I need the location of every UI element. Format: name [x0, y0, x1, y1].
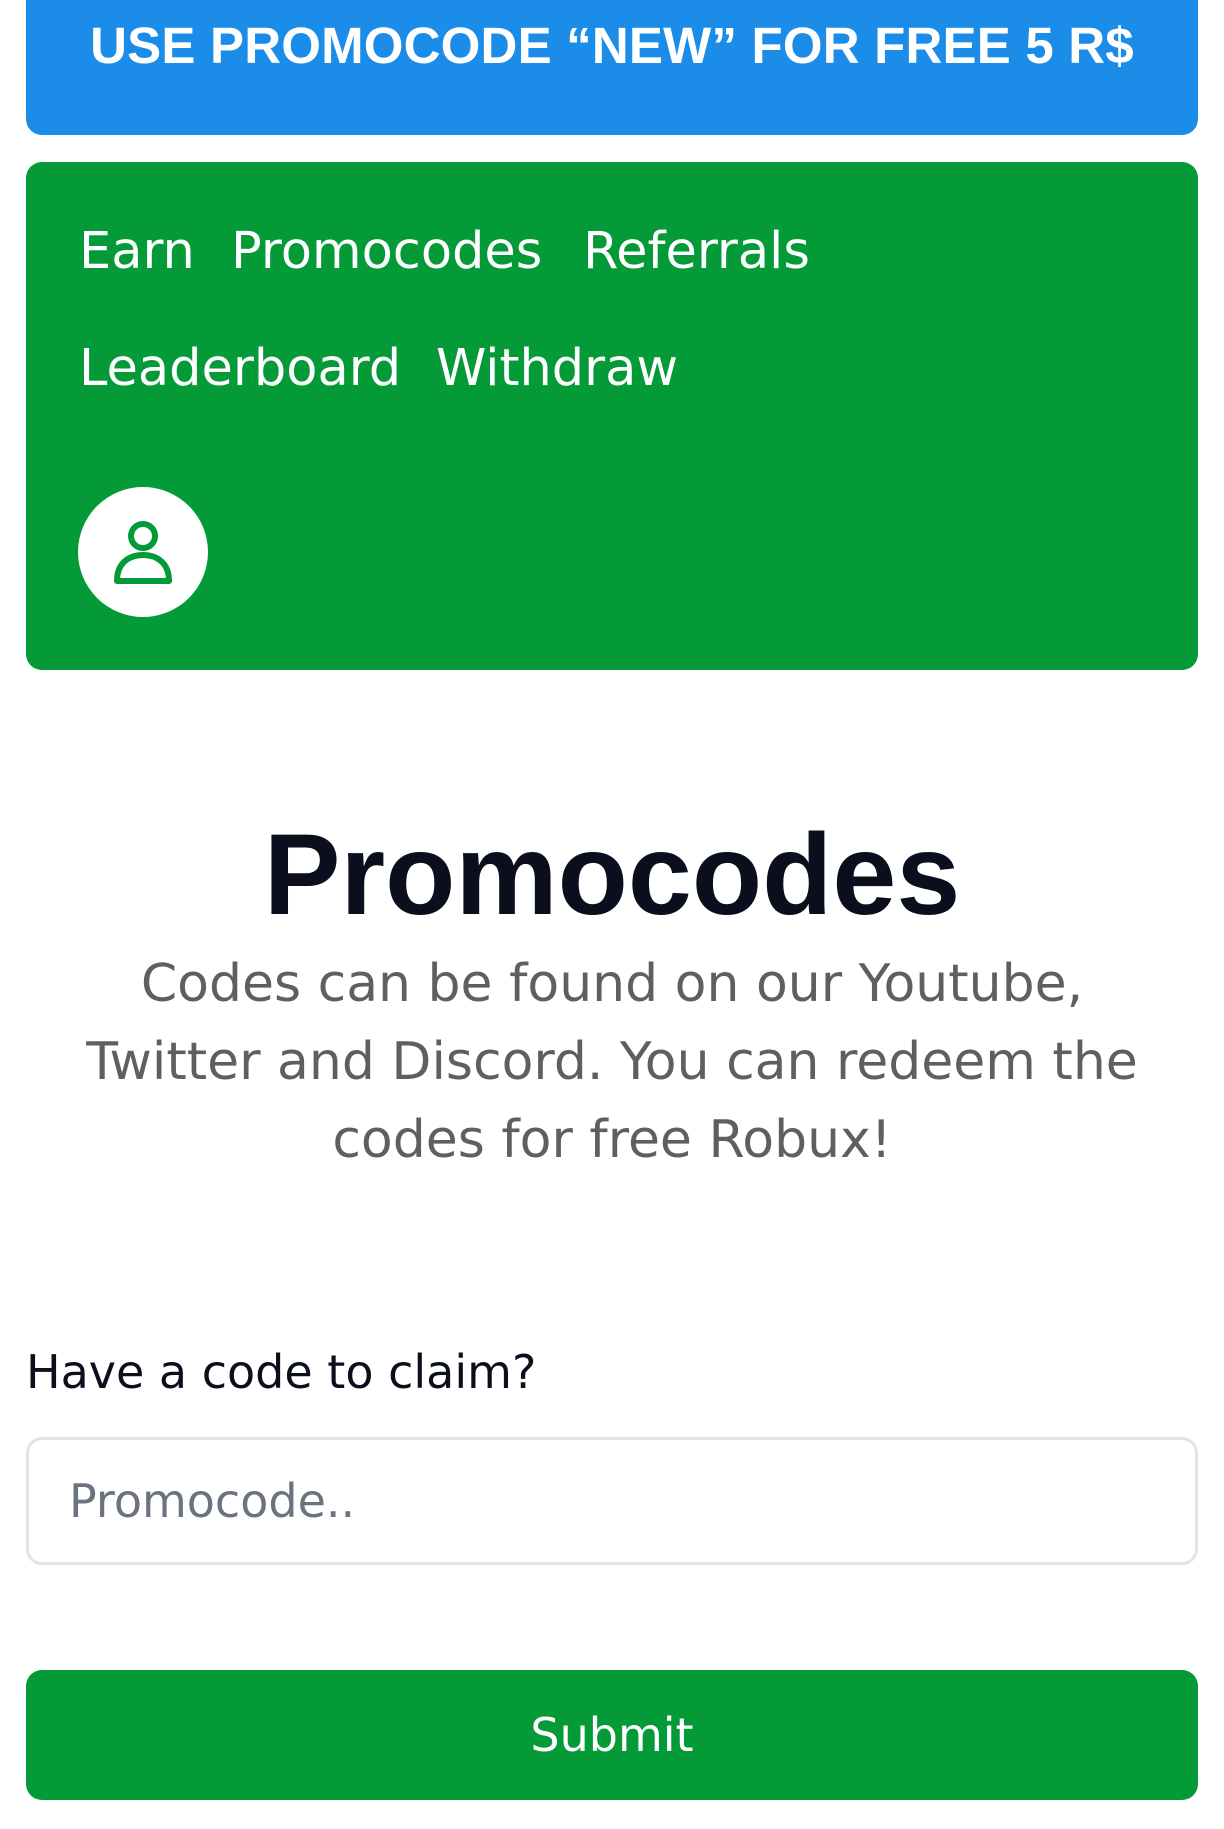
page-description: Codes can be found on our Youtube, Twitt…: [86, 954, 1138, 1170]
page-title: Promocodes: [263, 811, 961, 939]
promo-banner-text: USE PROMOCODE “NEW” FOR FREE 5 R$: [90, 17, 1134, 74]
nav-panel: Earn Promocodes Referrals Leaderboard Wi…: [26, 162, 1198, 670]
nav-link-leaderboard[interactable]: Leaderboard: [79, 339, 401, 398]
promo-banner: USE PROMOCODE “NEW” FOR FREE 5 R$: [26, 0, 1198, 135]
nav-link-promocodes[interactable]: Promocodes: [231, 222, 542, 281]
user-icon: [114, 521, 172, 584]
profile-button[interactable]: [78, 487, 208, 617]
submit-button[interactable]: Submit: [26, 1670, 1198, 1800]
nav-link-earn[interactable]: Earn: [79, 222, 195, 281]
nav-link-withdraw[interactable]: Withdraw: [436, 339, 678, 398]
claim-label: Have a code to claim?: [26, 1345, 537, 1399]
nav-link-referrals[interactable]: Referrals: [583, 222, 810, 281]
promocode-input[interactable]: [26, 1437, 1198, 1565]
